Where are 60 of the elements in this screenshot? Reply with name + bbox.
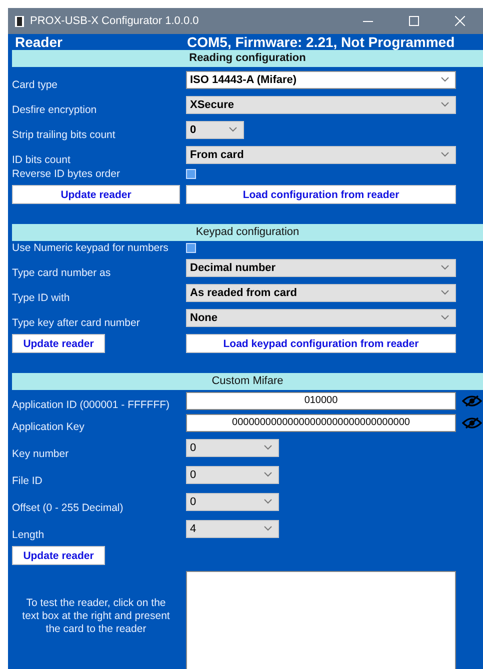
update-button[interactable]: Update reader: [12, 546, 105, 565]
field-label: ID bits count: [12, 154, 72, 167]
field-label: Card type: [12, 79, 59, 92]
reader-heading: Reader: [14, 34, 64, 50]
checkbox[interactable]: [186, 169, 196, 179]
app-icon: [15, 16, 24, 26]
section-header: Reading configuration: [12, 50, 483, 67]
field-label: Key number: [12, 448, 70, 461]
eye-slash-icon[interactable]: [462, 395, 482, 407]
test-field[interactable]: [186, 571, 456, 669]
checkbox[interactable]: [186, 243, 196, 253]
chevron-down-icon: [441, 77, 449, 82]
field-label: Reverse ID bytes order: [12, 168, 121, 181]
field-label: Application Key: [12, 421, 86, 434]
update-button[interactable]: Update reader: [12, 334, 105, 353]
test-instructions: To test the reader, click on the text box at the right and present the card to the reader: [21, 597, 171, 636]
section-header: Custom Mifare: [12, 373, 483, 390]
eye-slash-icon[interactable]: [462, 417, 482, 429]
dropdown[interactable]: From card: [186, 146, 456, 164]
dropdown[interactable]: As readed from card: [186, 284, 456, 302]
dropdown[interactable]: ISO 14443-A (Mifare): [186, 70, 456, 88]
input-field[interactable]: 00000000000000000000000000000000: [186, 414, 456, 432]
window-title: PROX-USB-X Configurator 1.0.0.0: [30, 15, 200, 27]
field-label: File ID: [12, 475, 44, 488]
load-button[interactable]: Load keypad configuration from reader: [186, 334, 456, 353]
dropdown[interactable]: 0: [186, 492, 279, 510]
chevron-down-icon: [264, 526, 272, 531]
chevron-down-icon: [229, 127, 237, 132]
chevron-down-icon: [264, 472, 272, 477]
section-header: Keypad configuration: [12, 224, 483, 241]
chevron-down-icon: [441, 265, 449, 270]
dropdown[interactable]: XSecure: [186, 96, 456, 114]
field-label: Strip trailing bits count: [12, 129, 116, 142]
field-label: Use Numeric keypad for numbers: [12, 242, 170, 255]
close-icon[interactable]: [455, 16, 465, 26]
field-label: Desfire encryption: [12, 104, 98, 117]
field-label: Type card number as: [12, 267, 112, 280]
input-field[interactable]: 010000: [186, 392, 456, 410]
field-label: Type ID with: [12, 292, 71, 305]
chevron-down-icon: [441, 102, 449, 107]
status-text: COM5, Firmware: 2.21, Not Programmed: [187, 34, 455, 50]
chevron-down-icon: [441, 315, 449, 320]
load-button[interactable]: Load configuration from reader: [186, 185, 456, 204]
chevron-down-icon: [264, 499, 272, 504]
maximize-icon[interactable]: [409, 16, 419, 26]
chevron-down-icon: [441, 290, 449, 295]
update-button[interactable]: Update reader: [12, 185, 180, 204]
minimize-icon[interactable]: [363, 20, 373, 22]
field-label: Length: [12, 529, 46, 542]
chevron-down-icon: [264, 445, 272, 450]
dropdown[interactable]: 0: [186, 438, 279, 456]
chevron-down-icon: [441, 152, 449, 157]
dropdown[interactable]: 4: [186, 520, 279, 538]
dropdown[interactable]: Decimal number: [186, 258, 456, 276]
dropdown[interactable]: 0: [186, 466, 279, 484]
dropdown[interactable]: 0: [186, 120, 244, 138]
field-label: Type key after card number: [12, 317, 141, 330]
dropdown[interactable]: None: [186, 308, 456, 326]
field-label: Offset (0 - 255 Decimal): [12, 502, 124, 515]
field-label: Application ID (000001 - FFFFFF): [12, 399, 171, 412]
